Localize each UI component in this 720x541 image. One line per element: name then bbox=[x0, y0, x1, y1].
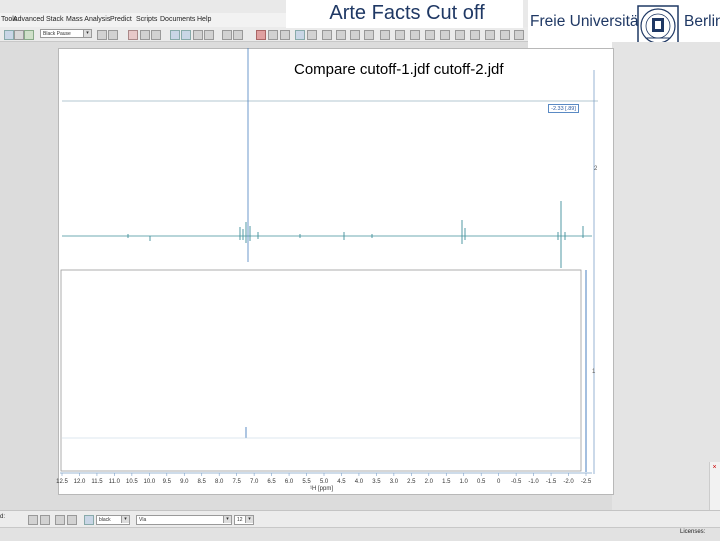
cursor-readout: -2.33 [.89] bbox=[548, 104, 579, 113]
x-tick-label: 6.0 bbox=[285, 479, 294, 485]
x-tick-label: 10.5 bbox=[126, 479, 138, 485]
font-combo-value: Vla bbox=[139, 517, 147, 523]
chevron-down-icon: ▾ bbox=[223, 516, 231, 523]
spectrum-index-2: 2 bbox=[594, 166, 598, 172]
size-combo[interactable]: 12 ▾ bbox=[234, 515, 254, 525]
lower-spectrum-frame bbox=[60, 269, 582, 472]
close-icon[interactable] bbox=[55, 515, 65, 525]
list-icon[interactable] bbox=[28, 515, 38, 525]
color-combo-value: black bbox=[99, 517, 111, 523]
chevron-down-icon: ▾ bbox=[245, 516, 253, 523]
x-tick-label: 12.0 bbox=[74, 479, 86, 485]
format-toolbar: black ▾ Vla ▾ 12 ▾ bbox=[0, 510, 720, 528]
x-tick-label: 8.5 bbox=[198, 479, 207, 485]
x-tick-label: -0.5 bbox=[511, 479, 522, 485]
x-tick-label: 8.0 bbox=[215, 479, 224, 485]
nmr-spectrum[interactable]: 12.5 12.0 11.5 11.0 10.5 10.0 9.5 9.0 8.5 8.0 7.5 7… bbox=[0, 0, 720, 540]
x-axis-labels: 12.5 12.0 11.5 11.0 10.5 10.0 9.5 9.0 8.5 8.0 7.5 7… bbox=[56, 479, 592, 485]
x-tick-label: -2.0 bbox=[563, 479, 574, 485]
x-tick-label: 5.5 bbox=[302, 479, 311, 485]
chevron-down-icon: ▾ bbox=[121, 516, 129, 523]
size-combo-value: 12 bbox=[237, 517, 243, 523]
x-tick-label: 6.5 bbox=[267, 479, 276, 485]
compare-caption: Compare cutoff-1.jdf cutoff-2.jdf bbox=[294, 61, 504, 78]
x-tick-label: 4.5 bbox=[337, 479, 346, 485]
color-icon[interactable] bbox=[84, 515, 94, 525]
x-tick-label: 10.0 bbox=[143, 479, 155, 485]
x-tick-label: 12.5 bbox=[56, 479, 68, 485]
x-tick-label: 0.5 bbox=[477, 479, 486, 485]
close-icon[interactable]: × bbox=[710, 464, 719, 472]
dropdown-icon[interactable] bbox=[67, 515, 77, 525]
x-tick-label: 5.0 bbox=[320, 479, 329, 485]
x-tick-label: 2.0 bbox=[425, 479, 434, 485]
spectrum-peaks bbox=[127, 201, 584, 268]
x-tick-label: -1.0 bbox=[528, 479, 539, 485]
font-combo[interactable]: Vla ▾ bbox=[136, 515, 232, 525]
licenses-status: Licenses: bbox=[680, 529, 706, 535]
x-tick-label: 3.0 bbox=[390, 479, 399, 485]
x-axis-ticks bbox=[61, 473, 587, 476]
x-tick-label: 7.5 bbox=[232, 479, 241, 485]
x-tick-label: 4.0 bbox=[355, 479, 364, 485]
x-tick-label: 9.5 bbox=[163, 479, 172, 485]
status-bar bbox=[0, 527, 720, 541]
x-tick-label: 1.0 bbox=[460, 479, 469, 485]
x-tick-label: 7.0 bbox=[250, 479, 259, 485]
spectrum-index-1: 1 bbox=[592, 369, 596, 375]
border-icon[interactable] bbox=[40, 515, 50, 525]
x-tick-label: -1.5 bbox=[546, 479, 557, 485]
x-tick-label: 11.0 bbox=[109, 479, 121, 485]
color-combo[interactable]: black ▾ bbox=[96, 515, 130, 525]
x-tick-label: 2.5 bbox=[407, 479, 416, 485]
x-tick-label: 11.5 bbox=[91, 479, 103, 485]
x-tick-label: 1.5 bbox=[442, 479, 451, 485]
x-tick-label: -2.5 bbox=[581, 479, 592, 485]
x-axis-unit: ¹H [ppm] bbox=[310, 486, 334, 492]
dimension-label: d: bbox=[0, 514, 6, 520]
x-tick-label: 0 bbox=[497, 479, 501, 485]
x-tick-label: 3.5 bbox=[372, 479, 381, 485]
x-tick-label: 9.0 bbox=[180, 479, 189, 485]
